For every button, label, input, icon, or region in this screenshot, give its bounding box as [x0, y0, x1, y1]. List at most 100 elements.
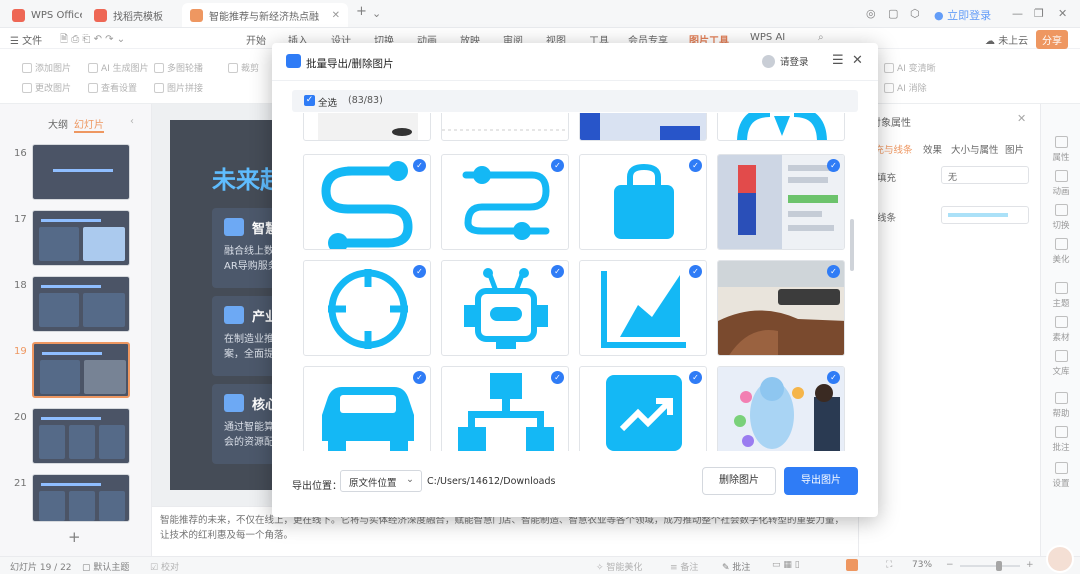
image-thumbnail[interactable]: ✓ [303, 113, 431, 141]
beautify-button[interactable]: ✧ 智能美化 [596, 560, 642, 573]
sidebar-animation[interactable]: 动画 [1041, 170, 1080, 197]
close-icon[interactable]: ✕ [852, 53, 863, 68]
tab-picture[interactable]: 图片 [1005, 142, 1024, 156]
export-images-button[interactable]: 导出图片 [784, 467, 858, 495]
add-slide-button[interactable]: + [68, 528, 81, 546]
dialog-login[interactable]: 请登录 [762, 54, 809, 68]
comments-button[interactable]: ✎ 批注 [722, 560, 750, 573]
zoom-out-button[interactable]: − [946, 560, 954, 570]
sidebar-settings[interactable]: 设置 [1041, 462, 1080, 489]
image-thumbnail[interactable]: ✓ [717, 113, 845, 141]
sidebar-material[interactable]: 素材 [1041, 316, 1080, 343]
menu-start[interactable]: 开始 [246, 32, 266, 47]
sidebar-transition[interactable]: 切换 [1041, 204, 1080, 231]
phone-screenshot-thumbnail[interactable]: ✓ [717, 154, 845, 250]
check-icon[interactable]: ✓ [551, 371, 564, 384]
notes-button[interactable]: ≡ 备注 [670, 560, 698, 573]
carousel-button[interactable]: 多图轮播 [154, 61, 203, 74]
tab-presentation[interactable]: 智能推荐与新经济热点融合PF ✕ [182, 3, 348, 27]
delete-images-button[interactable]: 删除图片 [702, 467, 776, 495]
slide-thumbnail-20[interactable] [32, 408, 130, 464]
close-tab-icon[interactable]: ✕ [332, 10, 340, 21]
tab-docer[interactable]: 找稻壳模板 [86, 3, 178, 27]
sidebar-help[interactable]: 帮助 [1041, 392, 1080, 419]
slide-thumbnail-18[interactable] [32, 276, 130, 332]
play-icon[interactable] [846, 559, 858, 571]
image-thumbnail[interactable]: ✓ [441, 113, 569, 141]
cube-icon[interactable]: ⬡ [910, 7, 920, 20]
location-select[interactable]: 原文件位置 ⌄ [340, 470, 422, 492]
ai-enhance-button[interactable]: AI 变清晰 [884, 61, 936, 74]
route-icon-thumbnail[interactable]: ✓ [303, 154, 431, 250]
area-chart-icon-thumbnail[interactable]: ✓ [579, 260, 707, 356]
add-picture-button[interactable]: 添加图片 [22, 61, 71, 74]
tab-size-props[interactable]: 大小与属性 [951, 142, 999, 156]
theme-name[interactable]: ▢ 默认主题 [82, 560, 129, 573]
check-icon[interactable]: ✓ [551, 159, 564, 172]
login-link[interactable]: ● 立即登录 [934, 7, 991, 23]
sidebar-comments[interactable]: 批注 [1041, 426, 1080, 453]
share-button[interactable]: 分享 [1036, 30, 1068, 49]
robot-icon-thumbnail[interactable]: ✓ [441, 260, 569, 356]
window-icon[interactable]: ▢ [888, 7, 898, 20]
route-alt-icon-thumbnail[interactable]: ✓ [441, 154, 569, 250]
crop-button[interactable]: 裁剪 [228, 61, 259, 74]
collapse-pane-icon[interactable]: ‹ [130, 116, 134, 127]
ai-hologram-thumbnail[interactable]: ✓ [717, 366, 845, 451]
change-picture-button[interactable]: 更改图片 [22, 81, 71, 94]
select-all-checkbox[interactable]: ✓ [304, 95, 315, 106]
trend-icon-thumbnail[interactable]: ✓ [579, 366, 707, 451]
close-window-button[interactable]: ✕ [1058, 7, 1067, 20]
check-icon[interactable]: ✓ [689, 265, 702, 278]
new-tab-button[interactable]: + [356, 4, 367, 19]
quick-access-icons[interactable]: 🗎 ⎙ ⎗ ↶ ↷ ⌄ [60, 32, 125, 49]
check-icon[interactable]: ✓ [413, 371, 426, 384]
slide-thumbnail-21[interactable] [32, 474, 130, 522]
grid-scrollbar[interactable] [850, 219, 854, 271]
car-icon-thumbnail[interactable]: ✓ [303, 366, 431, 451]
proof-button[interactable]: ☑ 校对 [150, 560, 179, 573]
cloud-status[interactable]: ☁ 未上云 [985, 32, 1028, 47]
image-thumbnail[interactable]: ✓ [579, 113, 707, 141]
menu-icon[interactable]: ☰ [832, 53, 844, 68]
check-icon[interactable]: ✓ [413, 159, 426, 172]
stitch-button[interactable]: 图片拼接 [154, 81, 203, 94]
fill-select[interactable]: 无 [941, 166, 1029, 184]
ai-generate-button[interactable]: AI 生成图片 [88, 61, 149, 74]
export-path[interactable]: C:/Users/14612/Downloads [427, 476, 555, 487]
car-interior-thumbnail[interactable]: ✓ [717, 260, 845, 356]
ai-erase-button[interactable]: AI 消除 [884, 81, 927, 94]
skin-icon[interactable]: ◎ [866, 7, 876, 20]
check-icon[interactable]: ✓ [827, 159, 840, 172]
close-pane-icon[interactable]: ✕ [1017, 112, 1026, 125]
fit-icon[interactable]: ⛶ [886, 560, 892, 570]
zoom-slider[interactable] [960, 561, 1020, 571]
check-icon[interactable]: ✓ [827, 265, 840, 278]
search-icon[interactable]: ⌕ [818, 32, 824, 43]
slide-thumbnail-19[interactable] [32, 342, 130, 398]
zoom-slider-thumb[interactable] [996, 561, 1002, 571]
menu-wps-ai[interactable]: WPS AI [750, 32, 785, 43]
select-all-label[interactable]: 全选 [318, 95, 337, 109]
org-chart-icon-thumbnail[interactable]: ✓ [441, 366, 569, 451]
sidebar-properties[interactable]: 属性 [1041, 136, 1080, 163]
view-mode-icons[interactable]: ▭ ▦ ▯ [772, 560, 800, 570]
check-icon[interactable]: ✓ [413, 265, 426, 278]
shopping-bag-icon-thumbnail[interactable]: ✓ [579, 154, 707, 250]
assistant-avatar[interactable] [1046, 545, 1074, 573]
slide-thumbnail-16[interactable] [32, 144, 130, 200]
check-icon[interactable]: ✓ [689, 159, 702, 172]
minimize-button[interactable]: — [1012, 7, 1023, 20]
zoom-in-button[interactable]: + [1026, 560, 1034, 570]
view-settings-button[interactable]: 查看设置 [88, 81, 137, 94]
tab-slides[interactable]: 幻灯片 [74, 116, 104, 133]
slide-thumbnail-17[interactable] [32, 210, 130, 266]
chevron-down-icon[interactable]: ⌄ [372, 7, 381, 20]
restore-button[interactable]: ❐ [1034, 7, 1044, 20]
check-icon[interactable]: ✓ [689, 371, 702, 384]
sidebar-theme[interactable]: 主题 [1041, 282, 1080, 309]
tab-wps-office[interactable]: WPS Office [4, 3, 82, 27]
tab-effects[interactable]: 效果 [923, 142, 942, 156]
menu-file[interactable]: ☰ 文件 [10, 32, 42, 47]
crosshair-icon-thumbnail[interactable]: ✓ [303, 260, 431, 356]
